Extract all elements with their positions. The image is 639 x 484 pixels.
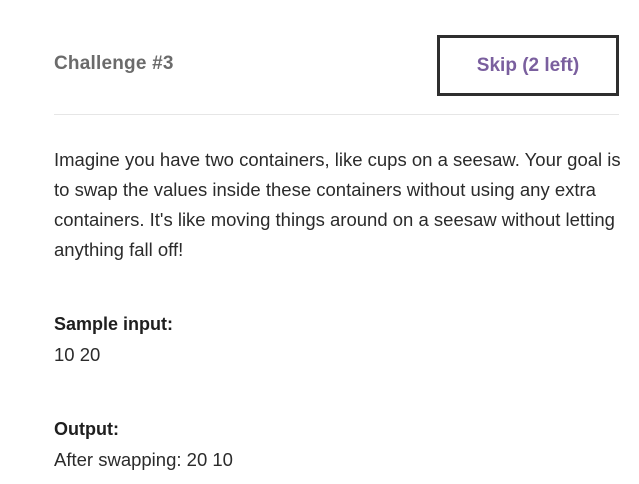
- sample-input-value: 10 20: [54, 344, 101, 365]
- output-value: After swapping: 20 10: [54, 449, 233, 470]
- challenge-description: Imagine you have two containers, like cu…: [54, 149, 621, 260]
- output-label: Output:: [54, 419, 119, 439]
- challenge-title: Challenge #3: [54, 53, 174, 74]
- sample-input-label: Sample input:: [54, 314, 174, 334]
- challenge-header: Challenge #3 Skip (2 left): [54, 35, 619, 96]
- header-divider: [54, 114, 619, 115]
- skip-button[interactable]: Skip (2 left): [437, 35, 619, 96]
